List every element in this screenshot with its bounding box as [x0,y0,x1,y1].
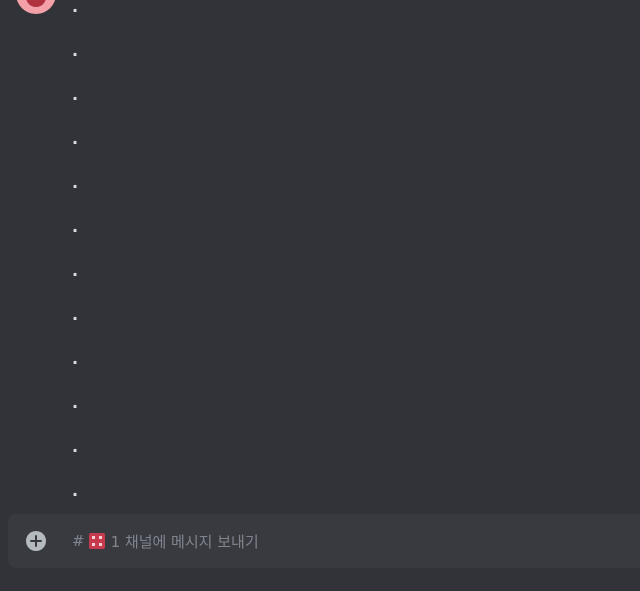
message-line: . [72,217,79,236]
message-line: . [72,85,79,104]
message-list: . . . . . . . . . . . . [0,0,640,514]
user-avatar[interactable] [16,0,56,14]
bottom-padding [0,568,640,591]
avatar-face [26,0,46,7]
message-input-placeholder[interactable]: # 1 채널에 메시지 보내기 [72,514,259,568]
message-line: . [72,437,79,456]
plus-circle-icon[interactable] [26,531,46,551]
channel-hash: # [72,532,85,550]
channel-emoji-icon [88,533,105,549]
message-line: . [72,393,79,412]
message-line: . [72,173,79,192]
placeholder-text: 1 채널에 메시지 보내기 [110,532,259,551]
message-line: . [72,481,79,500]
message-composer[interactable]: # 1 채널에 메시지 보내기 [8,514,640,568]
message-line: . [72,349,79,368]
message-line: . [72,261,79,280]
message-line: . [72,305,79,324]
message-line: . [72,0,79,16]
message-line: . [72,41,79,60]
message-line: . [72,129,79,148]
